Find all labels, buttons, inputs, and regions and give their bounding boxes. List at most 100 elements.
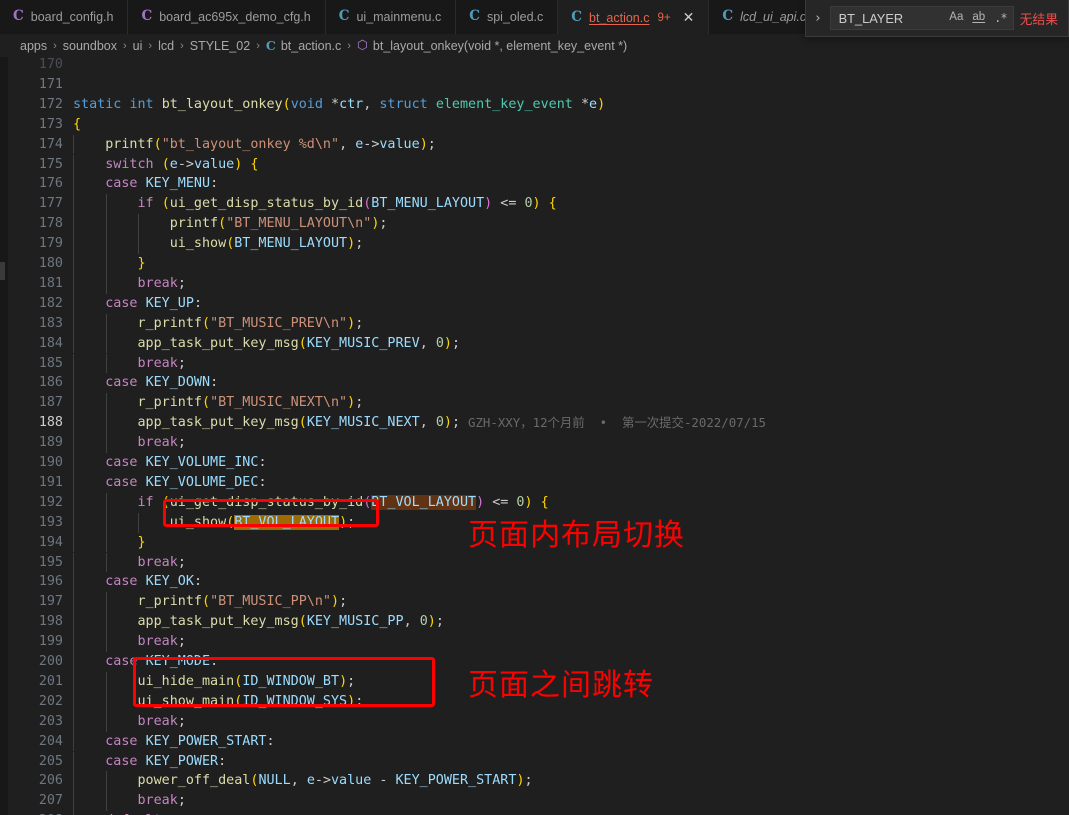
code-line-text: app_task_put_key_msg(KEY_MUSIC_PP, 0);: [137, 614, 444, 630]
vscode-window: Cboard_config.h Cboard_ac695x_demo_cfg.h C…: [0, 0, 1069, 815]
code-line-text: break;: [137, 634, 186, 650]
find-widget[interactable]: › BT_LAYER Aa ab .* 无结果: [805, 0, 1069, 37]
line-number: 185: [38, 355, 63, 371]
editor-tab-ui_mainmenu-c[interactable]: Cui_mainmenu.c: [325, 0, 457, 34]
code-line[interactable]: 195 break;: [0, 552, 1069, 573]
code-line-text: break;: [137, 793, 186, 809]
breadcrumb-item[interactable]: ui: [133, 39, 143, 53]
code-line[interactable]: 177 if (ui_get_disp_status_by_id(BT_MENU…: [0, 194, 1069, 215]
breadcrumb-file[interactable]: bt_action.c: [281, 39, 341, 53]
c-source-file-icon: C: [338, 8, 350, 25]
code-line[interactable]: 171: [0, 75, 1069, 95]
line-number: 171: [38, 76, 63, 92]
code-line[interactable]: 187 r_printf("BT_MUSIC_NEXT\n");: [0, 393, 1069, 414]
code-line[interactable]: 181 break;: [0, 273, 1069, 294]
line-number: 180: [38, 256, 63, 271]
code-line[interactable]: 175 switch (e->value) {: [0, 154, 1069, 175]
breadcrumb-separator-icon: ›: [180, 39, 184, 52]
code-line[interactable]: 182 case KEY_UP:: [0, 293, 1069, 314]
breadcrumb-separator-icon: ›: [53, 39, 57, 52]
code-line[interactable]: 186 case KEY_DOWN:: [0, 373, 1069, 394]
code-line[interactable]: 198 app_task_put_key_msg(KEY_MUSIC_PP, 0…: [0, 612, 1069, 633]
code-line[interactable]: 178 printf("BT_MENU_LAYOUT\n");: [0, 214, 1069, 235]
whole-word-icon[interactable]: ab: [970, 11, 987, 25]
code-line[interactable]: 184 app_task_put_key_msg(KEY_MUSIC_PREV,…: [0, 333, 1069, 354]
find-input-box[interactable]: BT_LAYER Aa ab .*: [829, 6, 1014, 30]
code-line[interactable]: 206 power_off_deal(NULL, e->value - KEY_…: [0, 771, 1069, 792]
editor-tab-board_config-h[interactable]: Cboard_config.h: [0, 0, 129, 34]
code-line[interactable]: 199 break;: [0, 632, 1069, 652]
code-line[interactable]: 207 break;: [0, 791, 1069, 812]
code-line-text: ui_hide_main(ID_WINDOW_BT);: [137, 673, 356, 689]
code-line[interactable]: 204 case KEY_POWER_START:: [0, 731, 1069, 752]
editor-tab-label: spi_oled.c: [486, 10, 544, 24]
code-line[interactable]: 183 r_printf("BT_MUSIC_PREV\n");: [0, 313, 1069, 334]
breadcrumb[interactable]: apps › soundbox › ui › lcd › STYLE_02 › Cbt_action…: [0, 34, 1069, 57]
editor-tab-label: ui_mainmenu.c: [356, 10, 442, 24]
code-line[interactable]: 173 {: [0, 115, 1069, 135]
line-number: 198: [38, 614, 63, 630]
c-header-file-icon: C: [141, 8, 153, 25]
line-number: 208: [0, 811, 63, 815]
line-number: 178: [38, 216, 63, 232]
c-source-file-icon: C: [571, 8, 583, 25]
code-line[interactable]: 185 break;: [0, 353, 1069, 374]
c-source-file-icon: C: [722, 8, 734, 25]
line-number: 177: [38, 196, 63, 212]
breadcrumb-separator-icon: ›: [123, 39, 127, 52]
code-line-text: break;: [137, 435, 186, 451]
line-number: 173: [38, 116, 63, 132]
editor-vertical-scrollbar[interactable]: [1055, 57, 1069, 815]
code-line[interactable]: 205 case KEY_POWER:: [0, 751, 1069, 772]
code-line[interactable]: 180 }: [0, 254, 1069, 274]
chevron-right-icon[interactable]: ›: [812, 10, 823, 27]
code-line[interactable]: 179 ui_show(BT_MENU_LAYOUT);: [0, 234, 1069, 254]
code-line[interactable]: 189 break;: [0, 433, 1069, 453]
code-line[interactable]: 172 static int bt_layout_onkey(void *ctr,…: [0, 95, 1069, 115]
code-line-text: app_task_put_key_msg(KEY_MUSIC_PREV, 0);: [137, 335, 461, 351]
code-line[interactable]: 203 break;: [0, 711, 1069, 732]
close-icon[interactable]: ✕: [683, 11, 695, 25]
editor-tab-bt_action-c[interactable]: Cbt_action.c 9+ ✕: [558, 0, 710, 34]
code-line[interactable]: 170: [0, 57, 1069, 75]
code-line-text: case KEY_MENU:: [105, 176, 219, 192]
code-line[interactable]: 191 case KEY_VOLUME_DEC:: [0, 472, 1069, 493]
line-number: 170: [38, 57, 63, 72]
editor-tab-spi_oled-c[interactable]: Cspi_oled.c: [456, 0, 559, 34]
code-line-text: ui_show(BT_MENU_LAYOUT);: [169, 236, 364, 252]
line-number: 186: [38, 375, 63, 391]
breadcrumb-item[interactable]: lcd: [158, 39, 174, 53]
breadcrumb-item[interactable]: apps: [20, 39, 47, 53]
code-line-text: switch (e->value) {: [105, 156, 259, 172]
match-case-icon[interactable]: Aa: [947, 11, 965, 25]
line-number: 197: [38, 594, 63, 610]
code-line-text: case KEY_OK:: [105, 574, 202, 590]
code-line-text: if (ui_get_disp_status_by_id(BT_MENU_LAY…: [137, 196, 557, 212]
line-number: 193: [38, 514, 63, 530]
code-line[interactable]: 190 case KEY_VOLUME_INC:: [0, 453, 1069, 473]
breadcrumb-item[interactable]: soundbox: [63, 39, 117, 53]
line-number: 196: [38, 574, 63, 590]
breadcrumb-item[interactable]: STYLE_02: [190, 39, 250, 53]
editor-tab-lcd_ui_api-c[interactable]: Clcd_ui_api.c: [709, 0, 822, 34]
code-line[interactable]: 208 default:: [0, 811, 1069, 815]
line-number: 200: [38, 654, 63, 669]
line-number: 179: [38, 236, 63, 252]
git-blame-annotation: GZH-XXY，12个月前 • 第一次提交-2022/07/15: [468, 415, 767, 431]
regex-icon[interactable]: .*: [992, 11, 1008, 25]
code-line-text: r_printf("BT_MUSIC_PP\n");: [137, 594, 348, 610]
code-line-text: case KEY_POWER:: [105, 753, 227, 769]
code-line-text: static int bt_layout_onkey(void *ctr, st…: [73, 96, 606, 112]
breadcrumb-symbol[interactable]: bt_layout_onkey(void *, element_key_even…: [373, 39, 627, 53]
code-line[interactable]: 197 r_printf("BT_MUSIC_PP\n");: [0, 592, 1069, 613]
code-line[interactable]: 176 case KEY_MENU:: [0, 174, 1069, 195]
editor-tab-board_ac695x_demo_cfg-h[interactable]: Cboard_ac695x_demo_cfg.h: [128, 0, 326, 34]
find-input[interactable]: BT_LAYER: [839, 11, 948, 26]
code-editor[interactable]: 170 171 172 static int bt_layout_onkey(void…: [0, 57, 1069, 815]
code-line-text: case KEY_VOLUME_INC:: [105, 455, 267, 470]
code-line[interactable]: 174 printf("bt_layout_onkey %d\n", e->va…: [0, 134, 1069, 155]
editor-tab-problem-badge: 9+: [657, 11, 671, 24]
code-line[interactable]: 188 app_task_put_key_msg(KEY_MUSIC_NEXT,…: [0, 413, 1069, 434]
code-line[interactable]: 196 case KEY_OK:: [0, 572, 1069, 593]
line-number: 207: [38, 793, 63, 809]
